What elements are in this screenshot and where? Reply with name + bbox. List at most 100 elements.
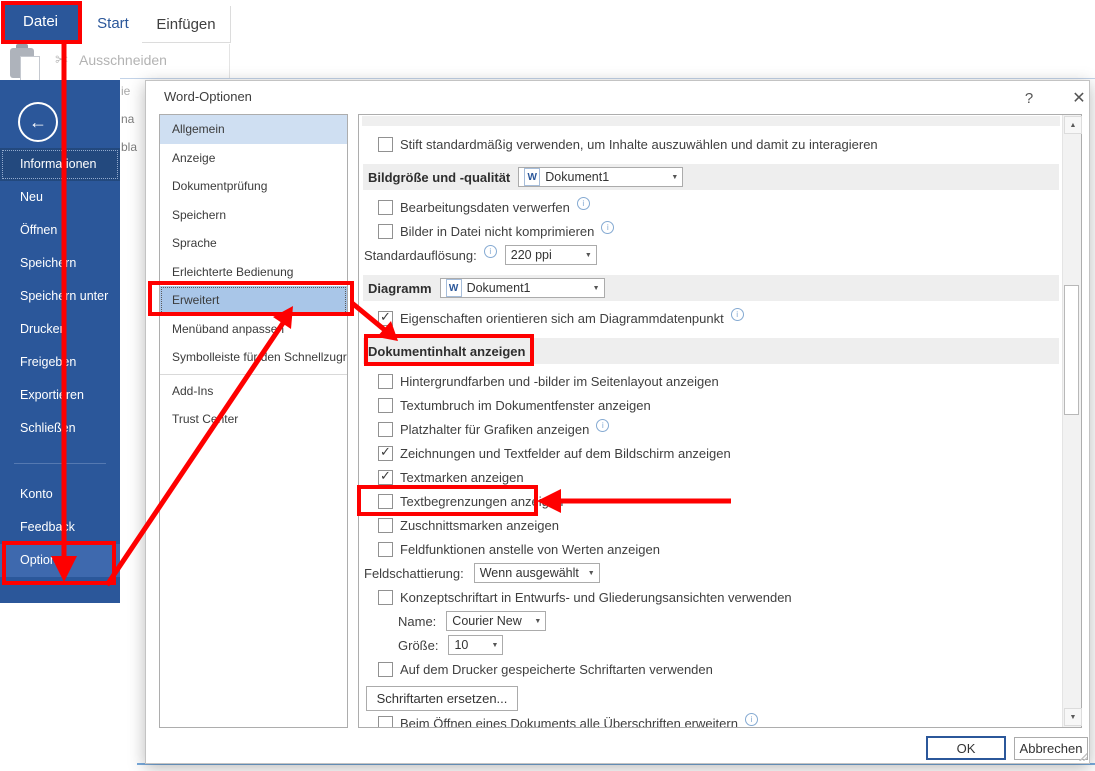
checkbox-feldfunktionen-anstelle-von-werten-anzeigen[interactable] [378,541,393,557]
backstage-item-konto[interactable]: Konto [0,478,120,511]
tab-einfuegen[interactable]: Einfügen [142,6,231,43]
checkbox-hintergrundfarben-und-bilder-im-seitenlayout-anzeigen[interactable] [378,373,393,389]
backstage-item-exportieren[interactable]: Exportieren [0,379,120,412]
checkbox-bearbeitungsdaten-verwerfen[interactable] [378,199,393,215]
checkbox-konzeptschriftart-in-entwurfs-und-gliederungsansichten-verwenden[interactable] [378,589,393,605]
checkbox-textumbruch-im-dokumentfenster-anzeigen[interactable] [378,397,393,413]
checkbox-bilder-in-datei-nicht-komprimieren[interactable] [378,223,393,239]
combo-größe[interactable]: 10 ▼ [448,635,504,655]
word-document-icon: W [524,168,541,186]
scissors-icon: ✂ [55,52,69,69]
checkbox-label: Bearbeitungsdaten verwerfen [400,199,570,215]
dropdown-arrow-icon: ▼ [592,284,600,292]
backstage-item-speichern-unter[interactable]: Speichern unter [0,280,120,313]
checkbox-zuschnittsmarken-anzeigen[interactable] [378,517,393,533]
backstage-item-informationen[interactable]: Informationen [0,148,120,181]
scrollbar-thumb[interactable] [1064,285,1079,415]
check-mark-icon: ✓ [380,467,391,483]
row-textbegrenzungen-anzeigen: Textbegrenzungen anzeigen [360,489,1062,513]
nav-item-speichern[interactable]: Speichern [160,201,347,230]
clipped-text-fragment: ie [121,84,131,98]
checkbox-stift-standardmäßig-verwenden-um-inhalte-auszuwählen-und-damit-zu-interagieren[interactable] [378,136,393,152]
checkbox-label: Hintergrundfarben und -bilder im Seitenl… [400,373,719,389]
nav-item-dokumentprüfung[interactable]: Dokumentprüfung [160,172,347,201]
combo-value: Wenn ausgewählt [479,566,579,580]
checkbox-label: Platzhalter für Grafiken anzeigen [400,421,590,437]
close-icon[interactable]: ✕ [1067,86,1091,110]
row-bilder-in-datei-nicht-komprimieren: Bilder in Datei nicht komprimieren i [360,219,1062,243]
combo-name[interactable]: Courier New ▼ [446,611,547,631]
info-icon: i [596,418,610,432]
nav-item-trust-center[interactable]: Trust Center [160,405,347,434]
nav-item-add-ins[interactable]: Add-Ins [160,377,347,406]
backstage-item-speichern[interactable]: Speichern [0,247,120,280]
clipped-text-fragment: bla [121,140,138,154]
backstage-item-feedback[interactable]: Feedback [0,511,120,544]
row-beim-öffnen-eines-dokuments-alle-überschriften-erweitern: Beim Öffnen eines Dokuments alle Übersch… [360,711,1062,727]
checkbox-textbegrenzungen-anzeigen[interactable] [378,493,393,509]
check-mark-icon: ✓ [380,443,391,459]
row-zeichnungen-und-textfelder-auf-dem-bildschirm-anzeigen: ✓ Zeichnungen und Textfelder auf dem Bild… [360,441,1062,465]
row-schriftarten-ersetzen: Schriftarten ersetzen... [366,685,1062,711]
row-eigenschaften-orientieren-sich-am-diagrammdatenpunkt: ✓ Eigenschaften orientieren sich am Diagr… [360,306,1062,330]
resize-grip[interactable] [1078,752,1087,761]
row-auf-dem-drucker-gespeicherte-schriftarten-verwenden: Auf dem Drucker gespeicherte Schriftarte… [360,657,1062,681]
nav-item-sprache[interactable]: Sprache [160,229,347,258]
checkbox-label: Textmarken anzeigen [400,469,524,485]
scrollbar[interactable]: ▲ ▼ [1062,115,1082,727]
word-options-dialog: Word-Optionen ? ✕ Allgemein Anzeige Dokume… [145,80,1090,764]
help-button[interactable]: ? [1018,87,1040,109]
nav-item-erweitert[interactable]: Erweitert [160,286,347,315]
nav-item-anzeige[interactable]: Anzeige [160,144,347,173]
cancel-button[interactable]: Abbrechen [1014,737,1088,760]
section-dokumentinhalt-anzeigen: Dokumentinhalt anzeigen [363,338,1059,364]
combo-label: Feldschattierung: [364,565,464,581]
checkbox-beim-öffnen-eines-dokuments-alle-überschriften-erweitern[interactable] [378,715,393,727]
checkbox-auf-dem-drucker-gespeicherte-schriftarten-verwenden[interactable] [378,661,393,677]
scroll-down-icon[interactable]: ▼ [1064,708,1082,726]
combo-label: Größe: [398,637,439,653]
button-schriftarten-ersetzen[interactable]: Schriftarten ersetzen... [366,685,518,711]
combo-standardauflösung[interactable]: 220 ppi ▼ [504,245,597,265]
checkbox-platzhalter-für-grafiken-anzeigen[interactable] [378,421,393,437]
combo-label: Name: [398,613,437,629]
nav-item-menüband-anpassen[interactable]: Menüband anpassen [160,315,347,344]
backstage-item-optionen[interactable]: Optionen [0,544,120,577]
row-feldschattierung: Feldschattierung: Wenn ausgewählt ▼ [360,561,1062,585]
combo-feldschattierung[interactable]: Wenn ausgewählt ▼ [473,563,600,583]
ok-button[interactable]: OK [926,736,1006,760]
tab-datei[interactable]: Datei [2,2,79,41]
backstage-separator [14,463,106,464]
backstage-item-drucken[interactable]: Drucken [0,313,120,346]
combo-value: 10 [454,638,469,652]
dropdown-arrow-icon: ▼ [671,173,679,181]
checkbox-label: Feldfunktionen anstelle von Werten anzei… [400,541,660,557]
row-hintergrundfarben-und-bilder-im-seitenlayout-anzeigen: Hintergrundfarben und -bilder im Seitenl… [360,369,1062,393]
row-textmarken-anzeigen: ✓ Textmarken anzeigen [360,465,1062,489]
backstage-item-öffnen[interactable]: Öffnen [0,214,120,247]
nav-item-allgemein[interactable]: Allgemein [160,115,347,144]
scroll-up-icon[interactable]: ▲ [1064,116,1082,134]
back-button[interactable]: ← [18,102,58,142]
info-icon: i [576,196,590,210]
dropdown-arrow-icon: ▼ [584,251,592,259]
backstage-item-neu[interactable]: Neu [0,181,120,214]
row-name: Name: Courier New ▼ [360,609,1062,633]
check-mark-icon: ✓ [380,308,391,324]
paste-icon[interactable] [8,44,44,82]
checkbox-textmarken-anzeigen[interactable]: ✓ [378,467,393,485]
tab-start[interactable]: Start [86,8,140,38]
backstage-item-schließen[interactable]: Schließen [0,412,120,445]
nav-item-erleichterte-bedienung[interactable]: Erleichterte Bedienung [160,258,347,287]
nav-item-symbolleiste-für-den-schnellzugriff[interactable]: Symbolleiste für den Schnellzugriff [160,343,347,372]
document-selector[interactable]: W Dokument1 ▼ [518,167,684,187]
document-selector[interactable]: W Dokument1 ▼ [439,278,605,298]
checkbox-eigenschaften-orientieren-sich-am-diagrammdatenpunkt[interactable]: ✓ [378,308,393,326]
backstage-panel: ← Informationen Neu Öffnen Speichern Speiche… [0,80,120,603]
combo-value: 220 ppi [510,248,552,262]
options-category-list: Allgemein Anzeige Dokumentprüfung Speichern… [159,114,348,728]
checkbox-label: Zuschnittsmarken anzeigen [400,517,559,533]
backstage-item-freigeben[interactable]: Freigeben [0,346,120,379]
checkbox-zeichnungen-und-textfelder-auf-dem-bildschirm-anzeigen[interactable]: ✓ [378,443,393,461]
cut-button[interactable]: Ausschneiden [79,52,167,68]
